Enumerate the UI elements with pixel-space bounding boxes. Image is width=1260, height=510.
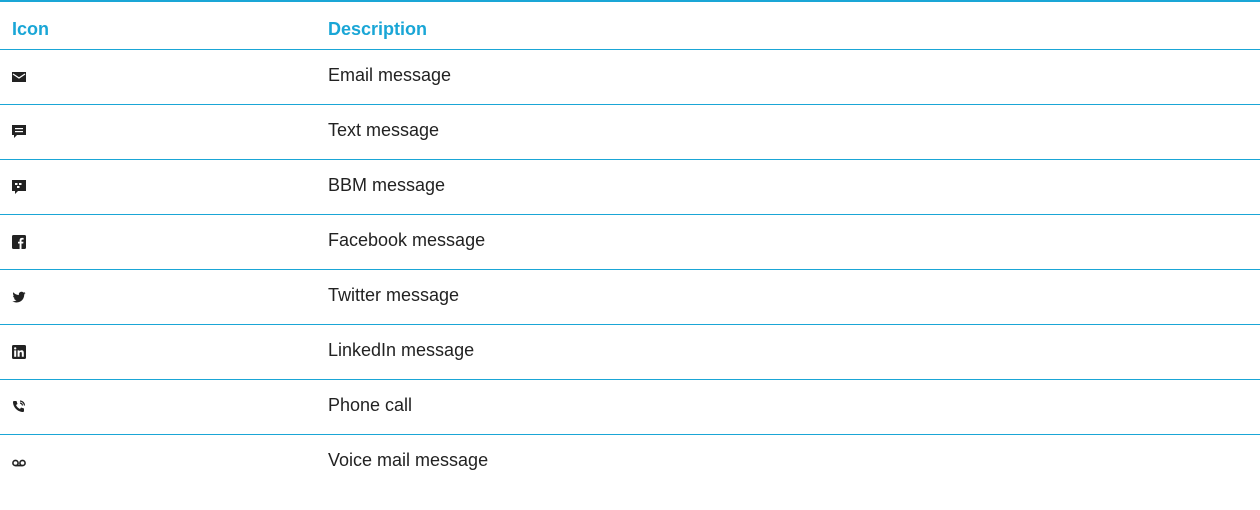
table-row: BBM message <box>0 160 1260 215</box>
voicemail-icon <box>12 455 26 469</box>
table-row: Voice mail message <box>0 435 1260 490</box>
phone-call-icon <box>12 400 26 414</box>
twitter-icon <box>12 290 26 304</box>
email-icon <box>12 70 26 84</box>
bbm-icon <box>12 180 26 194</box>
row-description: Text message <box>328 120 440 140</box>
header-description: Description <box>328 19 428 39</box>
icon-description-table: Icon Description Email message Text mess… <box>0 0 1260 490</box>
row-description: Email message <box>328 65 452 85</box>
row-description: Twitter message <box>328 285 460 305</box>
table-row: Facebook message <box>0 215 1260 270</box>
table-header-row: Icon Description <box>0 0 1260 50</box>
linkedin-icon <box>12 345 26 359</box>
row-description: Phone call <box>328 395 413 415</box>
row-description: LinkedIn message <box>328 340 475 360</box>
facebook-icon <box>12 235 26 249</box>
row-description: Voice mail message <box>328 450 489 470</box>
row-description: BBM message <box>328 175 446 195</box>
table-row: Email message <box>0 50 1260 105</box>
row-description: Facebook message <box>328 230 486 250</box>
table-row: Text message <box>0 105 1260 160</box>
table-row: Phone call <box>0 380 1260 435</box>
table-row: LinkedIn message <box>0 325 1260 380</box>
text-message-icon <box>12 125 26 139</box>
header-icon: Icon <box>12 19 50 39</box>
table-row: Twitter message <box>0 270 1260 325</box>
